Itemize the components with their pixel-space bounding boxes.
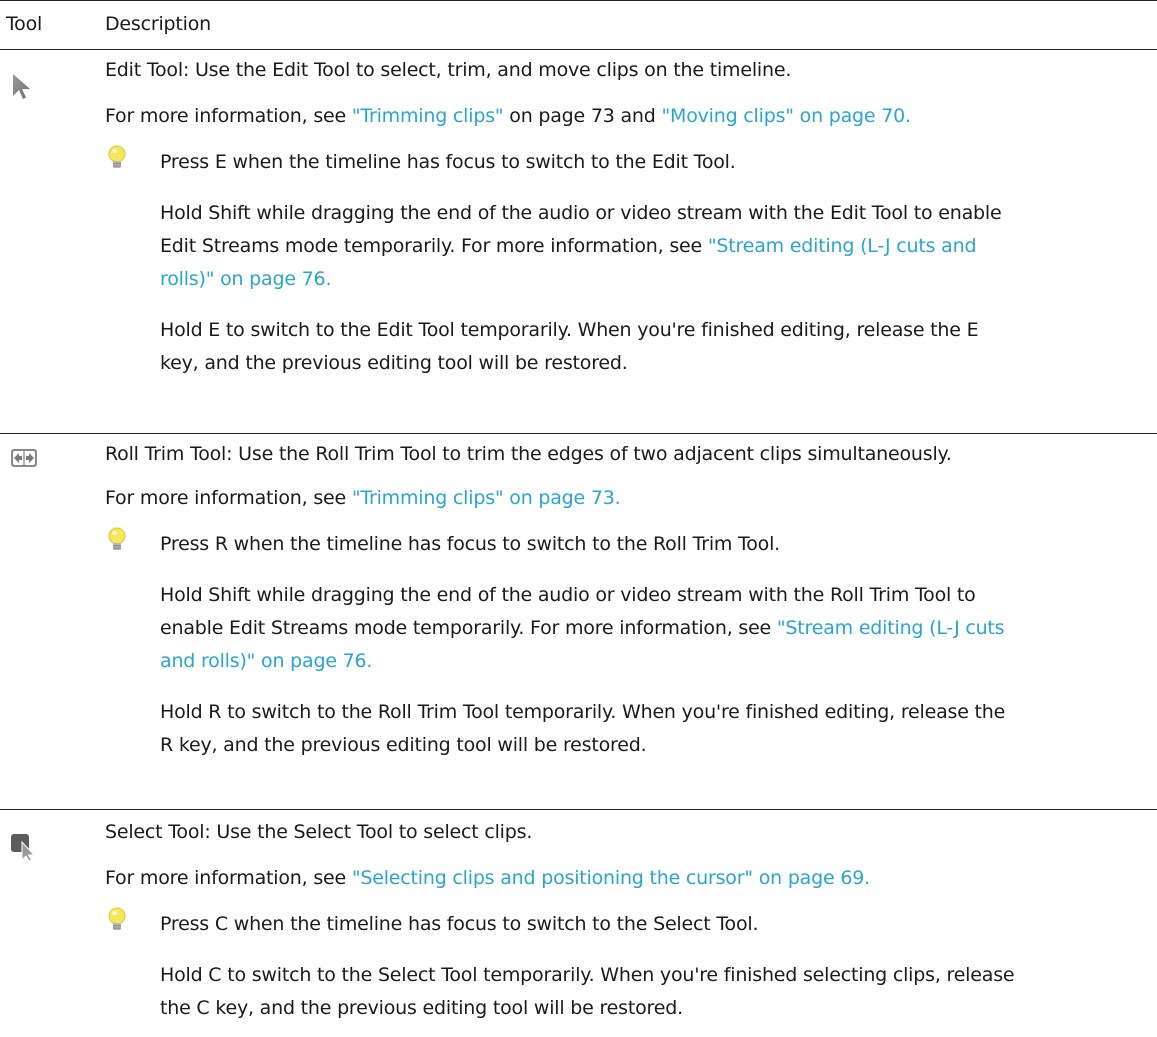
edit-tool-tip: Press E when the timeline has focus to s…: [160, 151, 736, 173]
roll-trim-hold-l1: Hold R to switch to the Roll Trim Tool t…: [160, 701, 1006, 723]
roll-trim-intro: Roll Trim Tool: Use the Roll Trim Tool t…: [105, 443, 952, 465]
edit-tool-hold-l1: Hold E to switch to the Edit Tool tempor…: [160, 319, 979, 341]
link-selecting-clips[interactable]: "Selecting clips and positioning the cur…: [352, 867, 870, 889]
select-tool-hold-l2: the C key, and the previous editing tool…: [160, 997, 683, 1019]
edit-tool-shift-l1: Hold Shift while dragging the end of the…: [160, 202, 1002, 224]
select-tool-hold-l1: Hold C to switch to the Select Tool temp…: [160, 964, 1015, 986]
lightbulb-icon: [105, 906, 129, 936]
roll-trim-shift-l2: enable Edit Streams mode temporarily. Fo…: [160, 617, 1005, 639]
roll-trim-shift-l1: Hold Shift while dragging the end of the…: [160, 584, 976, 606]
link-stream-editing-2-cont[interactable]: and rolls)" on page 76.: [160, 650, 372, 672]
link-moving-clips[interactable]: "Moving clips" on page 70.: [661, 105, 911, 127]
select-tool-intro: Select Tool: Use the Select Tool to sele…: [105, 821, 533, 843]
table-row-select-tool: Select Tool: Use the Select Tool to sele…: [0, 810, 1157, 1037]
table-header: Tool Description: [0, 0, 1157, 50]
roll-trim-tip: Press R when the timeline has focus to s…: [160, 533, 780, 555]
edit-tool-more-info: For more information, see "Trimming clip…: [105, 105, 911, 127]
link-stream-editing-2[interactable]: "Stream editing (L-J cuts: [777, 617, 1005, 639]
link-trimming-clips-2[interactable]: "Trimming clips" on page 73.: [352, 487, 621, 509]
roll-trim-more-info: For more information, see "Trimming clip…: [105, 487, 621, 509]
link-stream-editing[interactable]: "Stream editing (L-J cuts and: [708, 235, 977, 257]
lightbulb-icon: [105, 144, 129, 174]
link-stream-editing-cont[interactable]: rolls)" on page 76.: [160, 268, 331, 290]
edit-tool-shift-l3: rolls)" on page 76.: [160, 263, 331, 296]
lightbulb-icon: [105, 526, 129, 556]
arrow-cursor-icon: [10, 72, 34, 109]
edit-tool-shift-l2: Edit Streams mode temporarily. For more …: [160, 235, 977, 257]
select-tool-icon: [10, 832, 38, 867]
table-row-roll-trim-tool: Roll Trim Tool: Use the Roll Trim Tool t…: [0, 434, 1157, 810]
select-tool-more-info: For more information, see "Selecting cli…: [105, 867, 870, 889]
edit-tool-intro: Edit Tool: Use the Edit Tool to select, …: [105, 59, 792, 81]
roll-trim-hold-l2: R key, and the previous editing tool wil…: [160, 734, 647, 756]
edit-tool-hold-l2: key, and the previous editing tool will …: [160, 352, 628, 374]
header-description: Description: [105, 13, 212, 35]
table-row-edit-tool: Edit Tool: Use the Edit Tool to select, …: [0, 50, 1157, 434]
roll-trim-shift-l3: and rolls)" on page 76.: [160, 645, 372, 678]
roll-trim-icon: [10, 448, 38, 473]
select-tool-tip: Press C when the timeline has focus to s…: [160, 913, 759, 935]
header-tool: Tool: [6, 13, 43, 35]
tools-table: Tool Description Edit Tool: Use the Edit…: [0, 0, 1157, 1037]
link-trimming-clips[interactable]: "Trimming clips": [352, 105, 504, 127]
